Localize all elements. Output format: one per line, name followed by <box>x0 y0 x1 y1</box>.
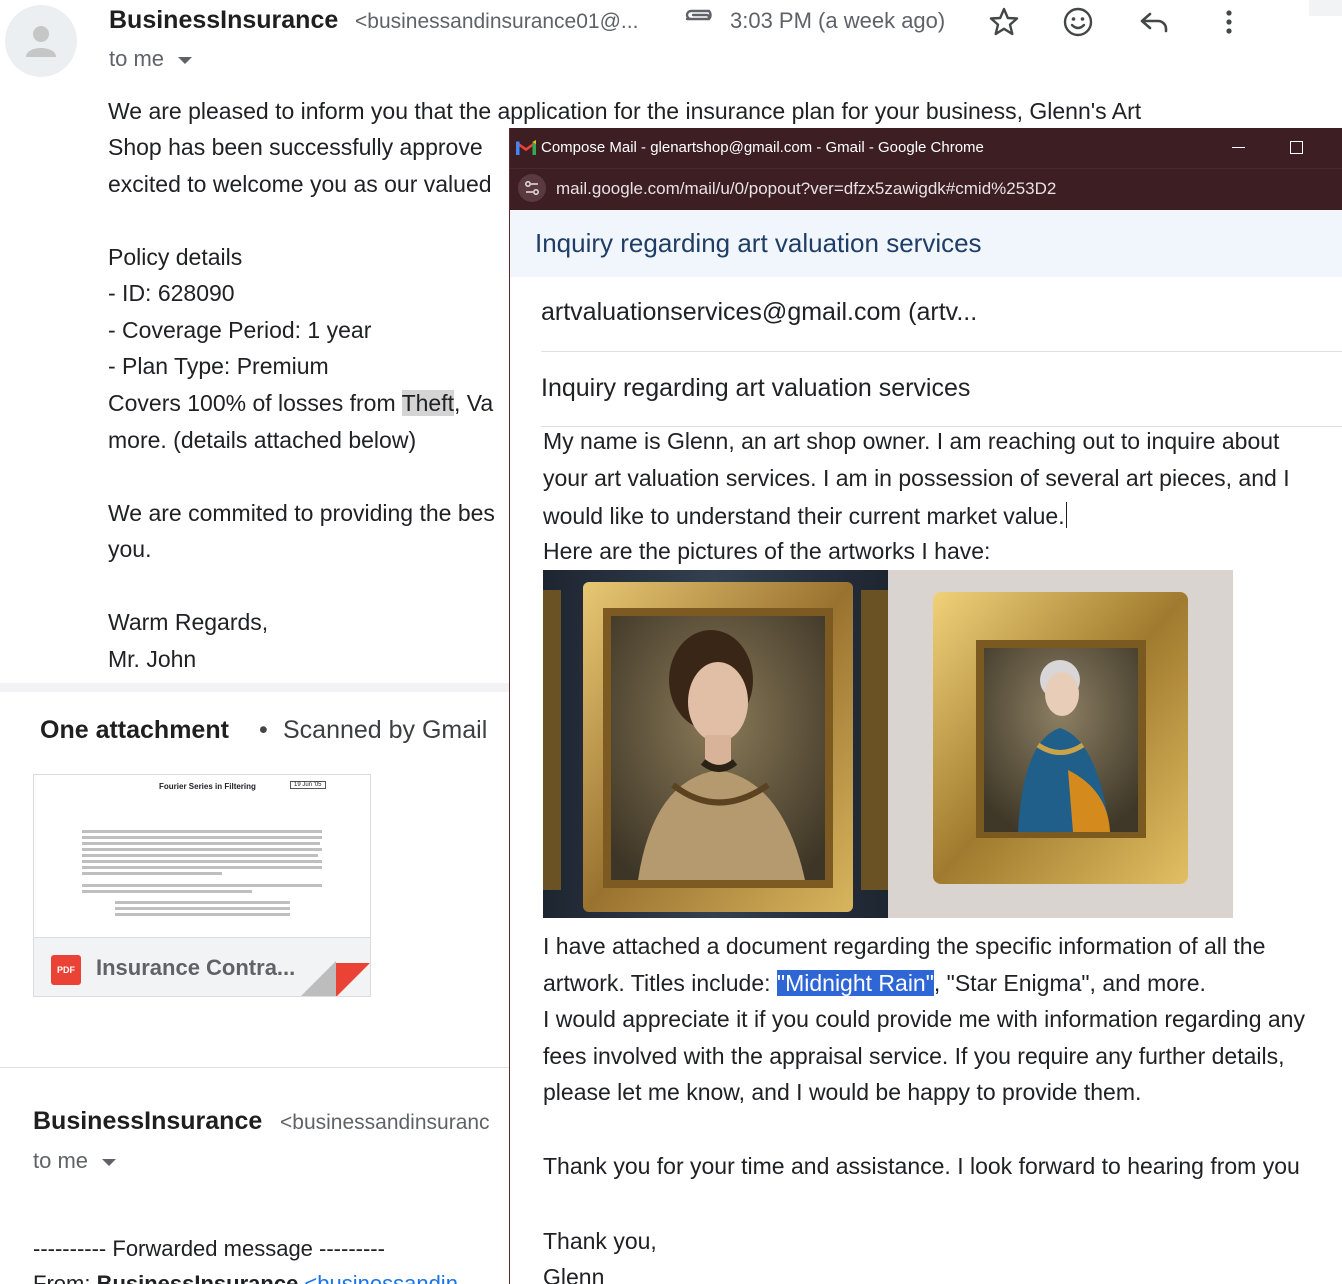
compose-body-line[interactable]: Thank you for your time and assistance. … <box>543 1153 1300 1180</box>
recipient-details-toggle[interactable]: to me <box>33 1148 117 1174</box>
compose-header-title: Inquiry regarding art valuation services <box>535 228 982 258</box>
artwork-image-1[interactable] <box>543 570 888 918</box>
forwarded-header: ---------- Forwarded message --------- <box>33 1236 385 1261</box>
selected-text: "Midnight Rain" <box>776 970 934 996</box>
preview-doc-date: 19 Jun '05 <box>290 781 326 789</box>
from-label: From: <box>33 1271 97 1284</box>
body-line: We are pleased to inform you that the ap… <box>108 98 1142 124</box>
sender-email: <businessandinsuranc <box>280 1111 490 1134</box>
policy-heading: Policy details <box>108 244 243 270</box>
reply-icon[interactable] <box>1138 6 1170 38</box>
titles-prefix: artwork. Titles include: <box>543 970 777 996</box>
field-divider <box>541 351 1342 352</box>
compose-popout-window: Compose Mail - glenartshop@gmail.com - G… <box>509 128 1342 1284</box>
more-options-icon[interactable] <box>1213 6 1245 38</box>
maximize-icon[interactable] <box>1290 141 1303 154</box>
to-me-label: to me <box>109 46 165 71</box>
body-line: excited to welcome you as our valued <box>108 171 492 197</box>
compose-body-line[interactable]: My name is Glenn, an art shop owner. I a… <box>543 428 1279 455</box>
compose-text: would like to understand their current m… <box>543 503 1065 529</box>
sender-avatar[interactable] <box>5 5 77 77</box>
from-name: BusinessInsurance <box>96 1271 299 1284</box>
pdf-corner-icon <box>336 963 370 996</box>
coverage-line: Covers 100% of losses from Theft, Va <box>108 390 493 417</box>
compose-body-line[interactable]: I would appreciate it if you could provi… <box>543 1006 1305 1033</box>
subject-field[interactable]: Inquiry regarding art valuation services <box>541 374 970 403</box>
compose-body-line[interactable]: artwork. Titles include: "Midnight Rain"… <box>543 970 1206 997</box>
preview-doc-text <box>82 830 324 919</box>
policy-period: - Coverage Period: 1 year <box>108 317 372 343</box>
minimize-icon[interactable] <box>1232 147 1245 148</box>
attachments-title: One attachment <box>40 716 229 744</box>
compose-body-line[interactable]: your art valuation services. I am in pos… <box>543 465 1290 492</box>
caret-down-icon <box>102 1158 117 1166</box>
compose-body-line[interactable]: Glenn <box>543 1264 604 1284</box>
signoff: Warm Regards, <box>108 609 269 635</box>
compose-body-line[interactable]: Thank you, <box>543 1228 657 1255</box>
titles-suffix: , "Star Enigma", and more. <box>933 970 1206 996</box>
compose-body-line[interactable]: fees involved with the appraisal service… <box>543 1043 1285 1070</box>
to-me-label: to me <box>33 1148 89 1173</box>
paperclip-icon <box>685 9 712 21</box>
policy-id: - ID: 628090 <box>108 280 235 306</box>
to-field[interactable]: artvaluationservices@gmail.com (artv... <box>541 298 977 327</box>
window-title: Compose Mail - glenartshop@gmail.com - G… <box>541 139 984 156</box>
sender-name[interactable]: BusinessInsurance <box>109 6 338 35</box>
scanned-by-gmail-label: Scanned by Gmail <box>283 716 488 744</box>
separator-dot: • <box>259 716 268 744</box>
scrollbar-track[interactable] <box>1309 0 1342 16</box>
caret-down-icon <box>178 56 193 64</box>
compose-body-line[interactable]: please let me know, and I would be happy… <box>543 1079 1141 1106</box>
coverage-suffix: , Va <box>454 390 494 416</box>
signature: Mr. John <box>108 646 197 672</box>
site-settings-icon[interactable] <box>518 174 546 202</box>
body-line: more. (details attached below) <box>108 427 417 453</box>
gmail-logo-icon <box>516 140 536 155</box>
sender-email: <businessandinsurance01@... <box>355 10 639 33</box>
person-icon <box>26 26 56 57</box>
compose-header: Inquiry regarding art valuation services <box>510 210 1342 277</box>
forwarded-from-line: From: BusinessInsurance <businessandin <box>33 1271 458 1284</box>
highlighted-word: Theft <box>401 390 455 416</box>
attachment-card[interactable]: Fourier Series in Filtering 19 Jun '05 P… <box>33 774 371 997</box>
from-email-link[interactable]: <businessandin <box>298 1271 458 1284</box>
window-titlebar[interactable]: Compose Mail - glenartshop@gmail.com - G… <box>510 128 1342 168</box>
compose-body-line[interactable]: Here are the pictures of the artworks I … <box>543 538 990 565</box>
body-line: you. <box>108 536 152 562</box>
star-icon[interactable] <box>988 6 1020 38</box>
policy-plan: - Plan Type: Premium <box>108 353 329 379</box>
body-line: We are commited to providing the bes <box>108 500 495 526</box>
body-line: Shop has been successfully approve <box>108 134 483 160</box>
sender-name[interactable]: BusinessInsurance <box>33 1107 262 1136</box>
pdf-icon: PDF <box>51 955 81 985</box>
compose-body-line[interactable]: I have attached a document regarding the… <box>543 933 1265 960</box>
url-text[interactable]: mail.google.com/mail/u/0/popout?ver=dfzx… <box>556 179 1056 199</box>
emoji-reaction-icon[interactable] <box>1062 6 1094 38</box>
field-divider <box>541 426 1342 427</box>
artwork-image-2[interactable] <box>888 570 1233 918</box>
address-bar[interactable]: mail.google.com/mail/u/0/popout?ver=dfzx… <box>510 168 1342 210</box>
text-cursor <box>1065 502 1067 528</box>
recipient-details-toggle[interactable]: to me <box>109 46 193 72</box>
coverage-prefix: Covers 100% of losses from <box>108 390 402 416</box>
message-time[interactable]: 3:03 PM (a week ago) <box>730 8 945 34</box>
preview-doc-title: Fourier Series in Filtering <box>159 782 256 791</box>
attachment-filename[interactable]: Insurance Contra... <box>96 955 295 981</box>
page-fold-icon <box>298 961 336 996</box>
compose-body-line[interactable]: would like to understand their current m… <box>543 502 1067 530</box>
section-divider <box>0 683 510 692</box>
message-divider <box>0 1067 510 1068</box>
